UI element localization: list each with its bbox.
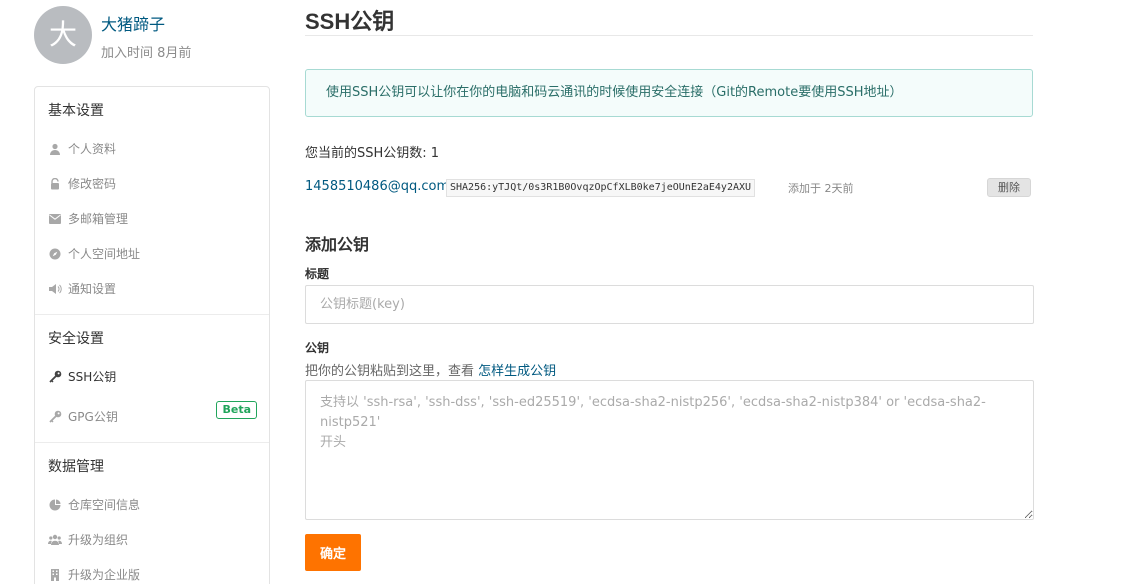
sidebar-section-data: 数据管理 仓库空间信息 升级为组织 升级为企业版 xyxy=(35,443,269,584)
sidebar-item-label: 多邮箱管理 xyxy=(68,212,129,226)
title-label: 标题 xyxy=(305,267,330,281)
sidebar-item-label: 修改密码 xyxy=(68,177,117,191)
sidebar-item-label: GPG公钥 xyxy=(68,410,118,424)
key-hint-text: 把你的公钥粘贴到这里，查看 xyxy=(305,364,475,379)
sidebar-item-repo-space[interactable]: 仓库空间信息 xyxy=(35,487,269,522)
key-added-time: 添加于 2天前 xyxy=(788,182,854,195)
ssh-key-count: 您当前的SSH公钥数: 1 xyxy=(305,146,440,161)
sidebar-item-label: SSH公钥 xyxy=(68,370,117,384)
key-hint: 把你的公钥粘贴到这里，查看 怎样生成公钥 xyxy=(305,360,556,379)
user-name[interactable]: 大猪蹄子 xyxy=(101,11,165,35)
sidebar-item-notifications[interactable]: 通知设置 xyxy=(35,271,269,306)
page-title: SSH公钥 xyxy=(305,9,395,34)
sidebar-item-label: 升级为企业版 xyxy=(68,568,141,582)
key-icon xyxy=(48,410,62,424)
pie-chart-icon xyxy=(48,498,62,512)
avatar[interactable]: 大 xyxy=(34,6,92,64)
sidebar-item-label: 通知设置 xyxy=(68,282,117,296)
key-title: 1458510486@qq.com xyxy=(305,179,450,194)
key-fingerprint: SHA256:yTJQt/0s3R1B0OvqzOpCfXLB0ke7jeOUn… xyxy=(446,179,756,197)
sidebar-item-emails[interactable]: 多邮箱管理 xyxy=(35,201,269,236)
settings-sidebar: 基本设置 个人资料 修改密码 多邮箱管理 个人空间地址 通知设置 安全设置 SS… xyxy=(34,86,270,584)
info-message: 使用SSH公钥可以让你在你的电脑和码云通讯的时候使用安全连接（Git的Remot… xyxy=(305,69,1033,117)
sidebar-item-gpg-keys[interactable]: GPG公钥 Beta xyxy=(35,394,269,439)
public-key-textarea[interactable] xyxy=(305,380,1034,520)
user-profile: 大 大猪蹄子 加入时间 8月前 xyxy=(34,6,274,66)
key-icon xyxy=(48,370,62,384)
sidebar-item-space-address[interactable]: 个人空间地址 xyxy=(35,236,269,271)
join-date: 加入时间 8月前 xyxy=(101,46,192,61)
sidebar-section-security: 安全设置 SSH公钥 GPG公钥 Beta xyxy=(35,315,269,443)
sidebar-item-ssh-keys[interactable]: SSH公钥 xyxy=(35,359,269,394)
ssh-key-row: 1458510486@qq.com SHA256:yTJQt/0s3R1B0Ov… xyxy=(305,177,1033,199)
sidebar-item-profile[interactable]: 个人资料 xyxy=(35,131,269,166)
beta-badge: Beta xyxy=(216,401,257,419)
building-icon xyxy=(48,568,62,582)
sidebar-section-title: 数据管理 xyxy=(48,459,104,475)
sidebar-item-password[interactable]: 修改密码 xyxy=(35,166,269,201)
sidebar-item-label: 升级为组织 xyxy=(68,533,129,547)
sidebar-section-title: 基本设置 xyxy=(48,103,104,119)
add-key-heading: 添加公钥 xyxy=(305,235,370,254)
lock-icon xyxy=(48,177,62,191)
ssh-keys-settings-page: 大 大猪蹄子 加入时间 8月前 基本设置 个人资料 修改密码 多邮箱管理 个人空… xyxy=(0,0,1125,584)
volume-icon xyxy=(48,282,62,296)
sidebar-section-title: 安全设置 xyxy=(48,331,104,347)
sidebar-section-basic: 基本设置 个人资料 修改密码 多邮箱管理 个人空间地址 通知设置 xyxy=(35,87,269,315)
confirm-button[interactable]: 确定 xyxy=(305,534,361,571)
compass-icon xyxy=(48,247,62,261)
sidebar-item-upgrade-enterprise[interactable]: 升级为企业版 xyxy=(35,557,269,584)
how-to-generate-key-link[interactable]: 怎样生成公钥 xyxy=(478,364,556,379)
users-icon xyxy=(48,533,62,547)
envelope-icon xyxy=(48,212,62,226)
sidebar-item-label: 个人资料 xyxy=(68,142,117,156)
key-title-input[interactable] xyxy=(305,285,1034,324)
delete-key-button[interactable]: 删除 xyxy=(987,178,1031,197)
divider xyxy=(305,35,1033,36)
key-label: 公钥 xyxy=(305,341,330,355)
sidebar-item-label: 仓库空间信息 xyxy=(68,498,141,512)
sidebar-item-upgrade-org[interactable]: 升级为组织 xyxy=(35,522,269,557)
user-icon xyxy=(48,142,62,156)
sidebar-item-label: 个人空间地址 xyxy=(68,247,141,261)
